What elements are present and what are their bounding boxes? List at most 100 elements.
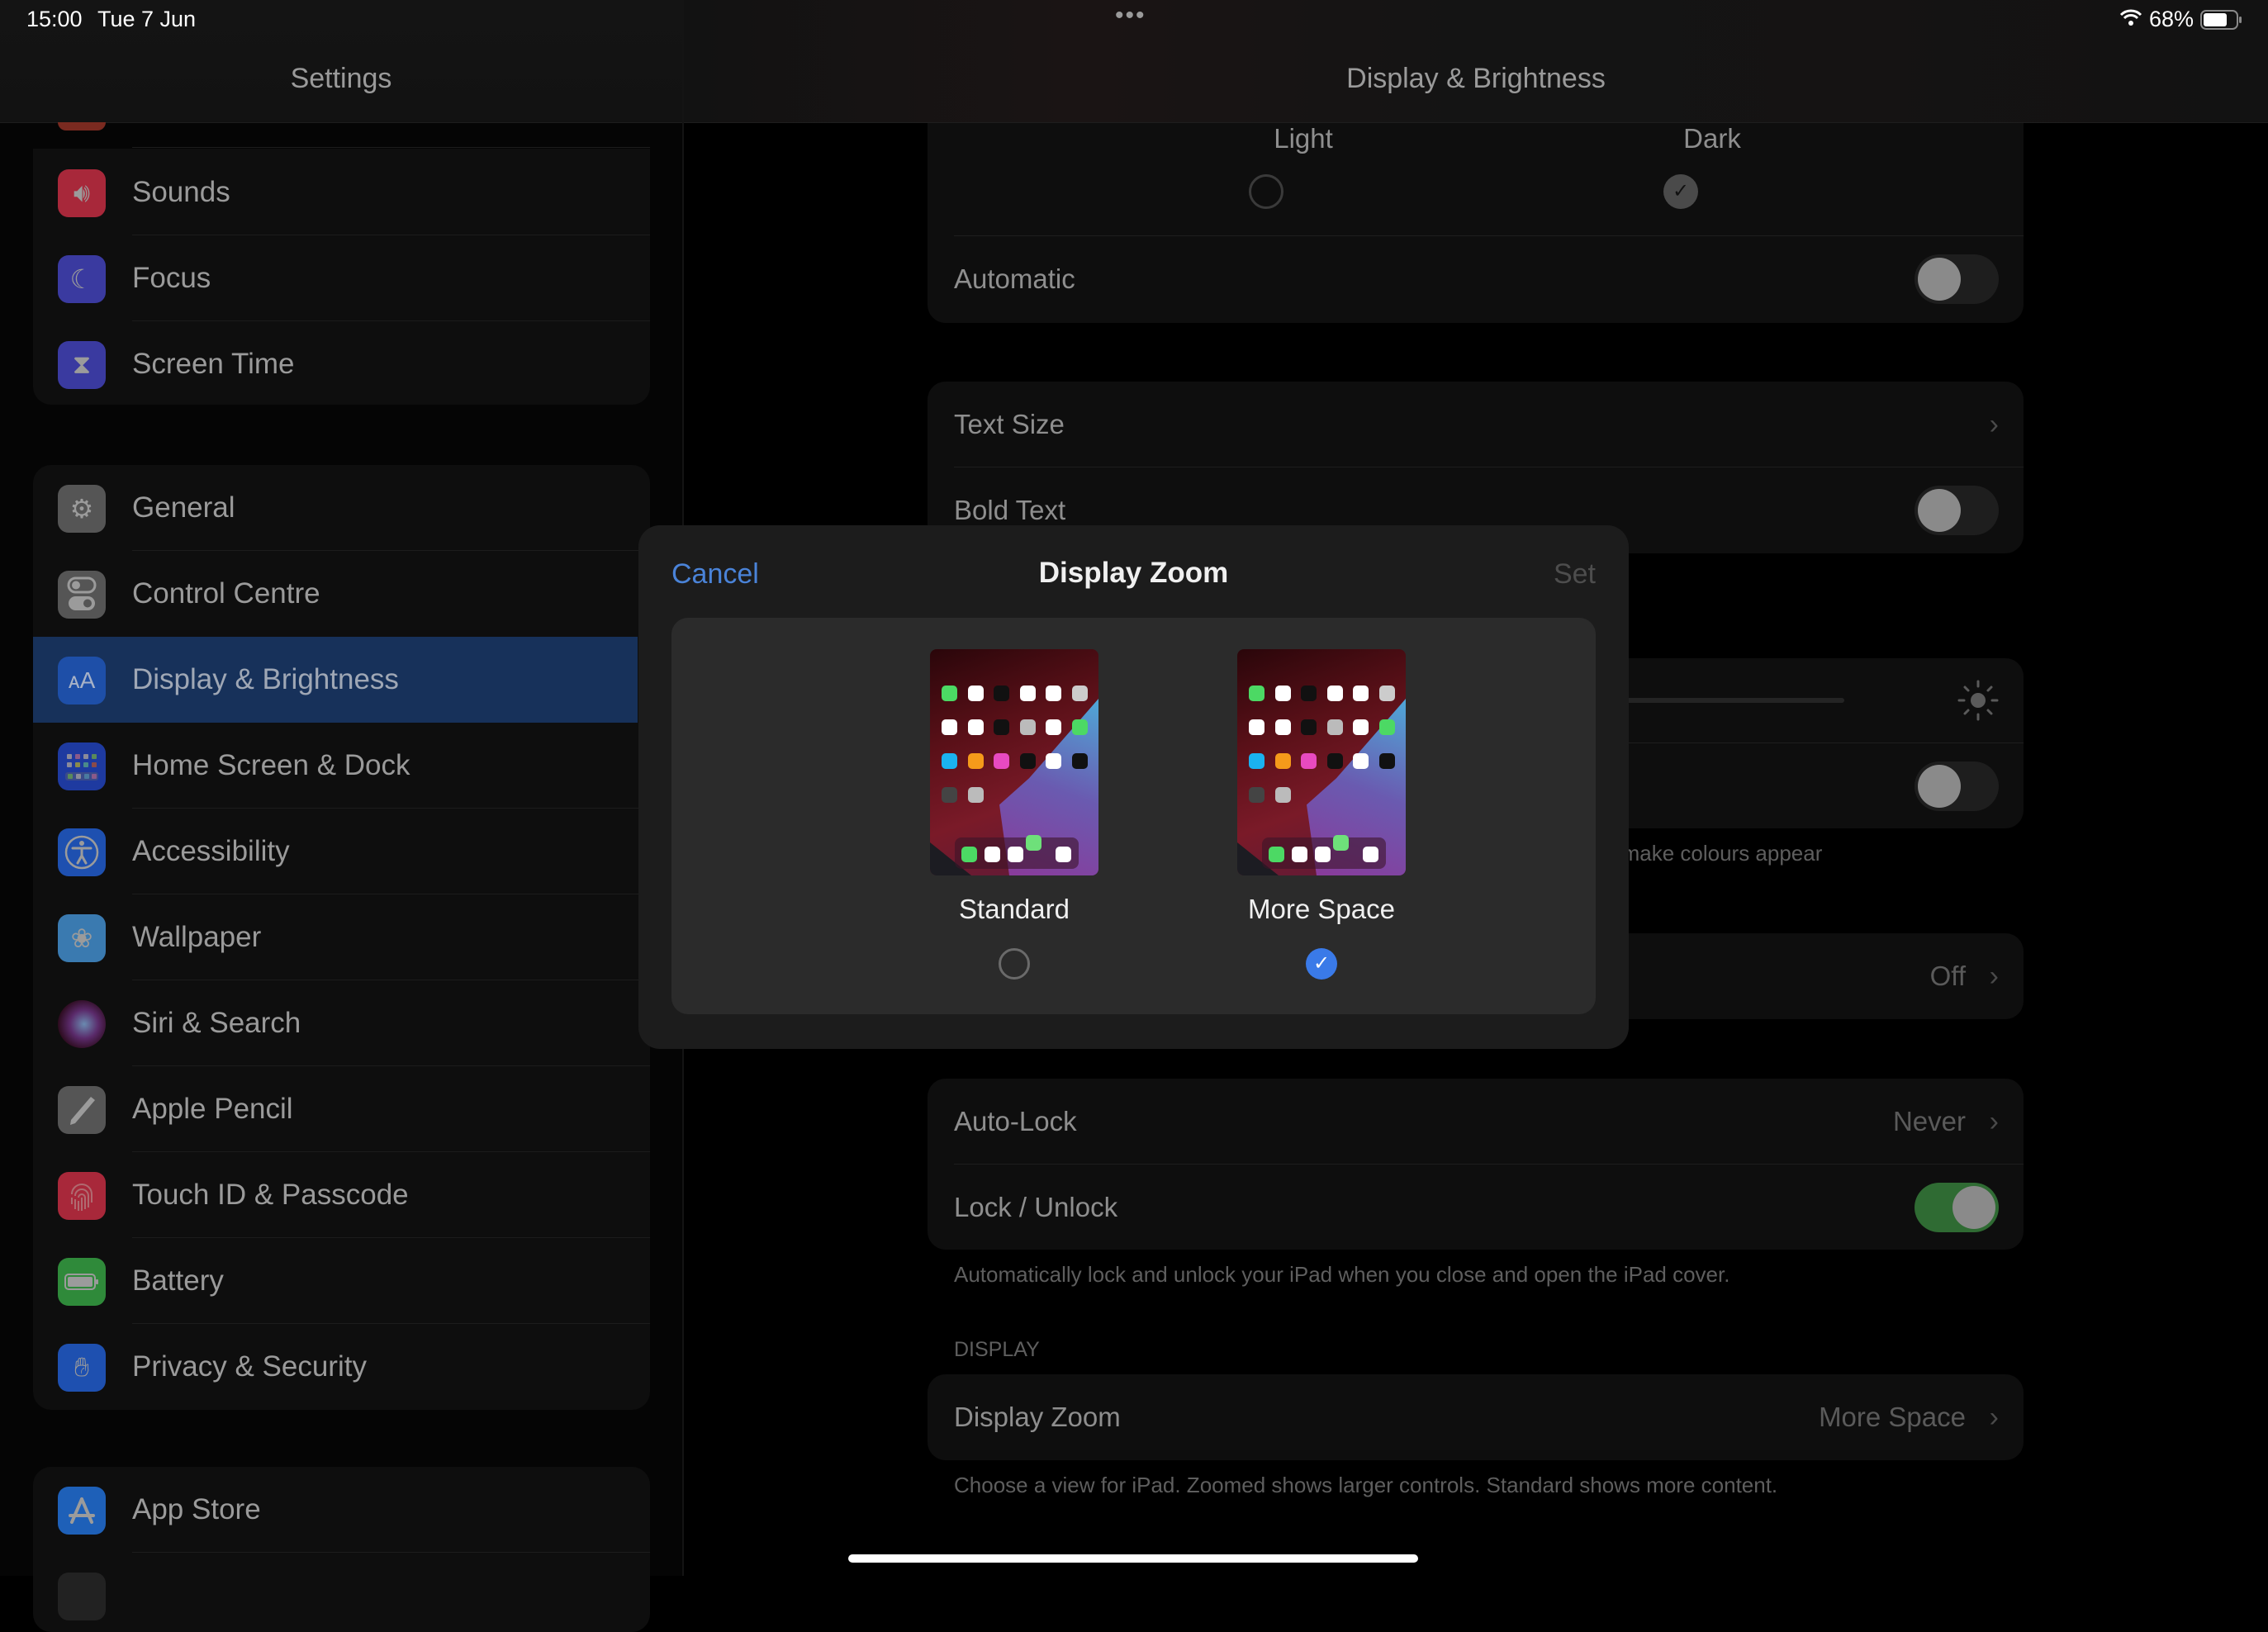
app-icon [1378,753,1395,769]
sidebar-item-control-centre[interactable]: Control Centre [33,551,650,637]
battery-percent: 68% [2149,7,2194,31]
detail-title: Display & Brightness [1346,63,1606,94]
text-size-icon: ᴀA [58,657,106,705]
sidebar-item-privacy-security[interactable]: ✋︎ Privacy & Security [33,1324,650,1410]
sidebar-item-home-screen-dock[interactable]: Home Screen & Dock [33,723,650,809]
home-indicator[interactable] [848,1554,1418,1563]
app-icon [1071,719,1088,735]
standard-option-label[interactable]: Standard [890,894,1138,925]
app-icon [1046,753,1061,769]
modal-title: Display Zoom [1038,557,1229,589]
app-icon [1046,686,1061,701]
hand-icon: ✋︎ [58,1344,106,1392]
app-icon [942,787,957,803]
app-icon [1301,719,1317,735]
app-icon [1274,753,1291,769]
display-zoom-label: Display Zoom [954,1402,1121,1432]
text-size-label: Text Size [954,409,1065,439]
app-icon [1378,686,1395,701]
sidebar-item-focus[interactable]: ☾ Focus [33,235,650,321]
sidebar-item-label: Screen Time [132,348,295,380]
sidebar-item-label: Control Centre [132,577,320,610]
standard-preview-image[interactable] [930,649,1098,875]
sidebar-item-display-brightness[interactable]: ᴀA Display & Brightness [33,637,638,723]
sidebar-item-accessibility[interactable]: Accessibility [33,809,650,894]
sidebar-item-siri-search[interactable]: Siri & Search [33,980,650,1066]
display-card: Display Zoom More Space › [928,1374,2024,1460]
set-button[interactable]: Set [1554,558,1596,591]
multitasking-dots-icon[interactable]: ••• [1115,2,1146,30]
hourglass-icon: ⧗ [58,341,106,389]
sidebar-item-screen-time[interactable]: ⧗ Screen Time [33,321,650,405]
text-size-row[interactable]: Text Size › [928,382,2024,467]
sidebar-item-app-store[interactable]: App Store [33,1467,650,1553]
more-space-option-label[interactable]: More Space [1198,894,1445,925]
sidebar-item-label: Accessibility [132,835,290,867]
true-tone-toggle[interactable] [1915,761,1999,811]
app-icon [1274,787,1291,803]
bold-text-toggle[interactable] [1915,486,1999,535]
app-icon [1274,686,1291,701]
appearance-light-radio[interactable] [1249,174,1283,209]
more-space-radio-checked[interactable]: ✓ [1306,948,1337,980]
sidebar-item-label: Focus [132,262,211,294]
app-icon [1274,719,1291,735]
more-space-preview-image[interactable] [1237,649,1406,875]
gear-icon: ⚙ [58,485,106,533]
sidebar-item-sounds[interactable]: 🔊︎ Sounds [33,149,650,235]
sidebar-item-touch-id-passcode[interactable]: Touch ID & Passcode [33,1152,650,1238]
app-icon [994,719,1009,735]
lock-footnote: Automatically lock and unlock your iPad … [954,1262,1730,1287]
app-icon [967,686,984,701]
lock-unlock-toggle[interactable] [1915,1183,1999,1232]
app-icon [1249,787,1264,803]
sidebar-item-partial[interactable] [33,1553,650,1632]
sidebar-item-general[interactable]: ⚙ General [33,465,650,551]
app-icon [1071,753,1088,769]
sidebar-item-label: Apple Pencil [132,1093,293,1125]
flower-icon: ❀ [58,914,106,962]
sidebar-item-label: Home Screen & Dock [132,749,410,781]
sidebar-item-apple-pencil[interactable]: Apple Pencil [33,1066,650,1152]
sidebar-item-label: Sounds [132,176,230,208]
sidebar-item-label: Privacy & Security [132,1350,367,1383]
sidebar-group-3: App Store [33,1467,650,1632]
sidebar-item-battery[interactable]: Battery [33,1238,650,1324]
accessibility-icon [58,828,106,876]
partial-item-icon [58,122,106,130]
sidebar-group-1: 🔊︎ Sounds ☾ Focus ⧗ Screen Time [33,149,650,405]
standard-radio[interactable] [999,948,1030,980]
app-icon [1353,753,1369,769]
app-icon [1249,686,1264,701]
toggle-knob [1918,765,1961,808]
sidebar-item-wallpaper[interactable]: ❀ Wallpaper [33,894,650,980]
chevron-right-icon: › [1989,1106,1999,1137]
app-icon [967,753,984,769]
app-icon [961,847,977,862]
automatic-toggle[interactable] [1915,254,1999,304]
night-shift-value: Off [1929,961,1966,991]
lock-unlock-label: Lock / Unlock [954,1192,1118,1222]
sidebar-title: Settings [290,63,392,94]
sidebar-item-label: Touch ID & Passcode [132,1179,409,1211]
app-icon [1056,847,1071,862]
toggles-icon [58,571,106,619]
status-bar: 15:00 Tue 7 Jun ••• 68% [0,0,2268,40]
automatic-row: Automatic [928,236,2024,322]
app-icon [1249,753,1264,769]
display-zoom-row[interactable]: Display Zoom More Space › [928,1374,2024,1460]
appearance-dark-radio-checked[interactable]: ✓ [1663,174,1698,209]
separator [132,147,650,148]
display-zoom-footnote: Choose a view for iPad. Zoomed shows lar… [954,1473,1778,1497]
app-icon [1378,719,1395,735]
app-store-icon [58,1487,106,1535]
app-icon [1019,719,1036,735]
app-icon [1301,753,1317,769]
speaker-icon: 🔊︎ [58,169,106,217]
app-icon [967,719,984,735]
app-icon [1301,686,1317,701]
app-icon [1249,719,1264,735]
battery-icon [2200,10,2243,34]
chevron-right-icon: › [1989,961,1999,992]
auto-lock-row[interactable]: Auto-Lock Never › [928,1079,2024,1165]
